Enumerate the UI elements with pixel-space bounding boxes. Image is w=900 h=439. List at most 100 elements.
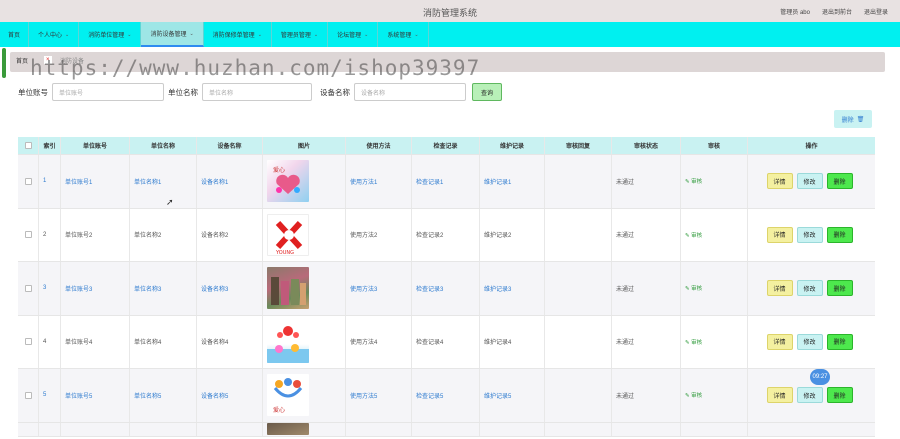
- time-bubble: 09:27: [810, 369, 830, 385]
- chevron-down-icon: ⌄: [189, 30, 194, 37]
- header-device: 设备名称: [197, 137, 263, 154]
- table-row: 1 单位账号1 单位名称1 设备名称1 爱心 使用方法1 检查记录1 维护记录1 未通过 ✎ 审核…: [18, 155, 875, 209]
- row-checkbox[interactable]: [18, 422, 39, 436]
- nav-item-6[interactable]: 论坛管理 ⌄: [328, 22, 379, 47]
- nav-item-5[interactable]: 管理员管理 ⌄: [272, 22, 329, 47]
- cell-device: 设备名称2: [197, 208, 263, 261]
- row-checkbox[interactable]: [18, 369, 39, 422]
- cell-reply: [545, 208, 612, 261]
- cell-image: YOUNG: [263, 208, 346, 261]
- cell-check: 检查记录3: [412, 262, 480, 315]
- cell-reply: [545, 262, 612, 315]
- table-body: 1 单位账号1 单位名称1 设备名称1 爱心 使用方法1 检查记录1 维护记录1 未通过 ✎ 审核…: [18, 155, 875, 437]
- edit-button[interactable]: 修改: [796, 333, 823, 350]
- cell-audit: ✎ 审核: [681, 155, 748, 208]
- watermark-text: https://www.huzhan.com/ishop39397: [30, 56, 481, 80]
- cell-unit: 单位名称2: [130, 208, 197, 261]
- cell-device: 设备名称5: [197, 369, 263, 422]
- nav-item-7[interactable]: 系统管理 ⌄: [378, 22, 429, 47]
- delete-button[interactable]: 删除: [826, 387, 853, 404]
- device-table: 索引 单位账号 单位名称 设备名称 图片 使用方法 检查记录 维护记录 审核回复…: [18, 137, 875, 437]
- edit-button[interactable]: 修改: [796, 226, 823, 243]
- row-checkbox[interactable]: [18, 262, 39, 315]
- audit-link[interactable]: ✎ 审核: [685, 231, 702, 239]
- nav-item-label: 消防保修单管理: [212, 33, 255, 39]
- audit-label: 审核: [691, 286, 703, 293]
- nav-item-4[interactable]: 消防保修单管理 ⌄: [204, 22, 272, 47]
- audit-link[interactable]: ✎ 审核: [685, 391, 702, 399]
- cell-unit: 单位名称5: [130, 369, 197, 422]
- nav-item-label: 首页: [8, 33, 21, 39]
- row-checkbox[interactable]: [18, 315, 39, 368]
- audit-label: 审核: [691, 393, 703, 400]
- delete-button[interactable]: 删除: [826, 333, 853, 350]
- detail-button[interactable]: 详情: [766, 280, 793, 297]
- cell-usage: 使用方法5: [346, 369, 412, 422]
- nav-item-label: 系统管理: [387, 33, 412, 39]
- cell-maint: 维护记录1: [480, 155, 545, 208]
- nav-item-3[interactable]: 消防设备管理 ⌄: [141, 22, 204, 47]
- mouse-cursor-icon: ➚: [166, 197, 174, 207]
- detail-button[interactable]: 详情: [766, 173, 793, 190]
- nav-item-0[interactable]: 首页: [0, 22, 30, 47]
- cell-device: 设备名称4: [197, 315, 263, 368]
- delete-button[interactable]: 删除: [826, 173, 853, 190]
- device-image[interactable]: [267, 320, 309, 363]
- cell-device: 设备名称3: [197, 262, 263, 315]
- cell-image: [263, 315, 346, 368]
- detail-button[interactable]: 详情: [766, 387, 793, 404]
- top-bar: 消防管理系统 管理员 abo 退出到前台 退出登录: [0, 0, 900, 22]
- cell-unit: 单位名称1: [130, 155, 197, 208]
- header-usage: 使用方法: [346, 137, 412, 154]
- device-image[interactable]: YOUNG: [267, 213, 309, 256]
- logout-link[interactable]: 退出登录: [864, 7, 888, 16]
- cell-check: 检查记录4: [412, 315, 480, 368]
- header-account: 单位账号: [61, 137, 130, 154]
- row-checkbox[interactable]: [18, 155, 39, 208]
- detail-button[interactable]: 详情: [766, 333, 793, 350]
- header-maint: 维护记录: [480, 137, 545, 154]
- header-status: 审核状态: [612, 137, 681, 154]
- tag-home[interactable]: 首页: [16, 56, 28, 65]
- device-image[interactable]: [267, 423, 309, 435]
- nav-item-1[interactable]: 个人中心 ⌄: [29, 22, 80, 47]
- device-name-input[interactable]: 设备名称: [354, 83, 466, 101]
- unit-name-input[interactable]: 单位名称: [202, 83, 312, 101]
- detail-button[interactable]: 详情: [766, 226, 793, 243]
- nav-item-2[interactable]: 消防单位管理 ⌄: [79, 22, 142, 47]
- edit-button[interactable]: 修改: [796, 280, 823, 297]
- device-image[interactable]: 爱心: [267, 160, 309, 203]
- select-all-checkbox[interactable]: [18, 137, 39, 154]
- device-image[interactable]: [267, 267, 309, 310]
- audit-link[interactable]: ✎ 审核: [685, 338, 702, 346]
- delete-button[interactable]: 删除: [826, 226, 853, 243]
- audit-link[interactable]: ✎ 审核: [685, 177, 702, 185]
- cell-reply: [545, 315, 612, 368]
- header-image: 图片: [263, 137, 346, 154]
- exit-backend-link[interactable]: 退出到前台: [822, 7, 852, 16]
- cell-status: 未通过: [612, 155, 681, 208]
- nav-item-label: 消防设备管理: [150, 32, 187, 38]
- edit-button[interactable]: 修改: [796, 173, 823, 190]
- row-checkbox[interactable]: [18, 208, 39, 261]
- cell-audit: ✎ 审核: [681, 208, 748, 261]
- audit-link[interactable]: ✎ 审核: [685, 284, 702, 292]
- table-row: 5 单位账号5 单位名称5 设备名称5 爱心 使用方法5 检查记录5 维护记录5 未通过 ✎ 审核…: [18, 369, 875, 423]
- chevron-down-icon: ⌄: [127, 31, 132, 38]
- svg-text:爱心: 爱心: [273, 166, 285, 174]
- edit-button[interactable]: 修改: [796, 387, 823, 404]
- delete-button[interactable]: 删除: [826, 280, 853, 297]
- header-reply: 审核回复: [545, 137, 612, 154]
- header-check: 检查记录: [412, 137, 480, 154]
- unit-account-input[interactable]: 单位账号: [52, 83, 164, 101]
- batch-delete-button[interactable]: 删除 🗑: [834, 110, 872, 128]
- cell-actions: 详情 修改 删除: [748, 316, 875, 369]
- device-image[interactable]: 爱心: [267, 374, 309, 417]
- user-menu: 管理员 abo 退出到前台 退出登录: [780, 7, 888, 16]
- cell-audit: ✎ 审核: [681, 262, 748, 315]
- cell-unit: 单位名称4: [130, 315, 197, 368]
- cell-actions: 详情 修改 删除: [748, 209, 875, 262]
- cell-usage: 使用方法2: [346, 208, 412, 261]
- cell-account: 单位账号1: [61, 155, 130, 208]
- query-button[interactable]: 查询: [472, 83, 502, 101]
